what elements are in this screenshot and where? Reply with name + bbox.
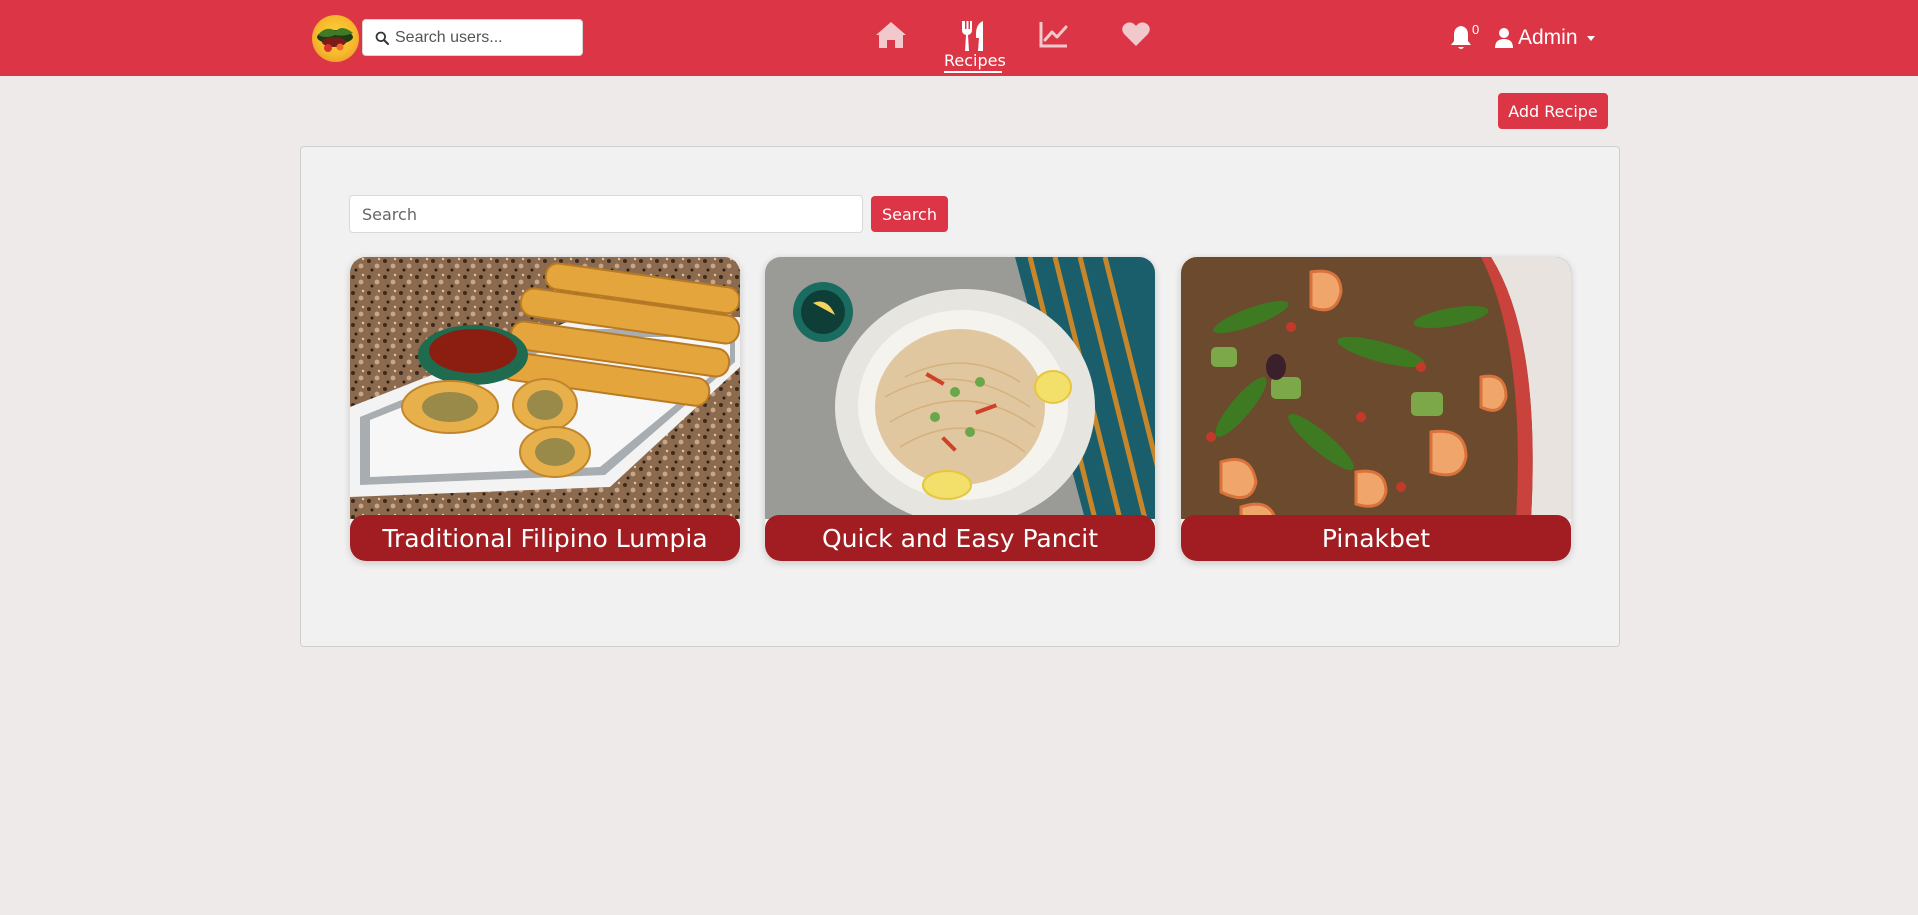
- recipe-image: [765, 257, 1155, 519]
- recipe-title[interactable]: Pinakbet: [1181, 515, 1571, 561]
- recipe-card[interactable]: Pinakbet: [1181, 257, 1571, 561]
- recipe-card[interactable]: Quick and Easy Pancit: [765, 257, 1155, 561]
- nav-stats[interactable]: [1039, 20, 1069, 52]
- nav-recipes-label[interactable]: Recipes: [944, 51, 1006, 73]
- bell-icon: [1449, 26, 1473, 55]
- user-search-box[interactable]: [362, 19, 583, 56]
- notification-count: 0: [1472, 22, 1480, 37]
- logo-icon[interactable]: [312, 15, 359, 62]
- recipe-title[interactable]: Traditional Filipino Lumpia: [350, 515, 740, 561]
- top-navbar: Recipes 0: [0, 0, 1918, 76]
- home-icon: [874, 20, 908, 52]
- nav-favorites[interactable]: [1120, 20, 1152, 52]
- search-icon: [375, 30, 391, 46]
- add-recipe-button[interactable]: Add Recipe: [1498, 93, 1608, 129]
- user-name: Admin: [1518, 26, 1578, 49]
- utensils-icon: [959, 20, 987, 52]
- user-search-input[interactable]: [395, 28, 575, 47]
- recipe-search-input[interactable]: [349, 195, 863, 233]
- nav-home[interactable]: [874, 20, 908, 52]
- recipe-search-button[interactable]: Search: [871, 196, 948, 232]
- recipe-image: [350, 257, 740, 519]
- recipe-title[interactable]: Quick and Easy Pancit: [765, 515, 1155, 561]
- heart-icon: [1121, 20, 1151, 52]
- recipe-image: [1181, 257, 1571, 519]
- nav-recipes[interactable]: [957, 20, 989, 52]
- recipe-card[interactable]: Traditional Filipino Lumpia: [350, 257, 740, 561]
- user-menu-toggle[interactable]: Admin: [1494, 23, 1595, 53]
- chevron-down-icon: [1586, 35, 1595, 41]
- user-icon: [1494, 27, 1514, 49]
- chart-line-icon: [1039, 20, 1069, 52]
